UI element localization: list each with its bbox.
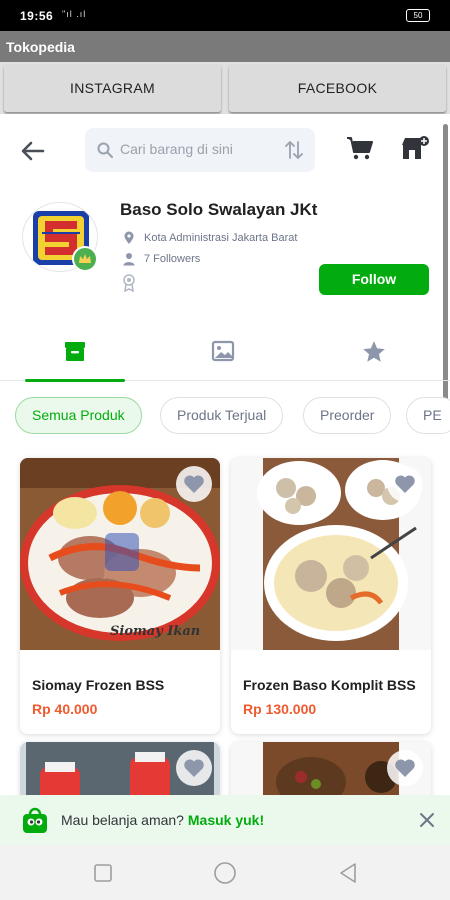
search-icon	[97, 142, 113, 158]
tab-products[interactable]	[0, 329, 150, 382]
image-icon	[211, 340, 235, 362]
product-image-caption: Siomay Ikan	[110, 624, 201, 639]
shop-name: Baso Solo Swalayan JKt	[120, 200, 318, 219]
shop-icon[interactable]	[400, 133, 430, 163]
facebook-button[interactable]: FACEBOOK	[229, 64, 446, 112]
shop-tabs	[0, 329, 450, 382]
heart-icon	[184, 759, 204, 777]
product-price: Rp 40.000	[32, 701, 98, 717]
follow-button[interactable]: Follow	[319, 264, 429, 295]
system-navigation-bar	[0, 845, 450, 900]
status-time: 19:56	[20, 9, 54, 23]
wishlist-button[interactable]	[387, 750, 423, 786]
social-buttons-row: INSTAGRAM FACEBOOK	[0, 62, 450, 114]
box-icon	[65, 342, 85, 361]
webview-content[interactable]: Cari barang di sini Baso Solo Swalayan J…	[0, 114, 450, 844]
heart-icon	[395, 759, 415, 777]
home-circle-icon[interactable]	[213, 861, 237, 885]
signal-icon: "ıl .ıl	[62, 9, 87, 19]
reputation-medal-icon	[122, 274, 138, 293]
recents-square-icon[interactable]	[91, 861, 115, 885]
wishlist-button[interactable]	[387, 466, 423, 502]
chip-all-products[interactable]: Semua Produk	[15, 397, 142, 434]
instagram-button[interactable]: INSTAGRAM	[4, 64, 221, 112]
tokopedia-bag-icon	[20, 805, 50, 835]
product-price: Rp 130.000	[243, 701, 317, 717]
product-name: Siomay Frozen BSS	[32, 677, 165, 693]
heart-icon	[184, 475, 204, 493]
app-title: Tokopedia	[6, 39, 75, 55]
back-arrow-icon[interactable]	[18, 136, 48, 166]
product-name: Frozen Baso Komplit BSS	[243, 677, 416, 693]
login-link[interactable]: Masuk yuk!	[188, 812, 264, 828]
official-store-badge-icon	[72, 246, 98, 272]
wishlist-button[interactable]	[176, 466, 212, 502]
search-placeholder: Cari barang di sini	[120, 141, 233, 157]
shop-location-text: Kota Administrasi Jakarta Barat	[144, 231, 298, 244]
status-bar: 19:56 "ıl .ıl 50	[0, 0, 450, 31]
tab-reviews[interactable]	[298, 329, 448, 381]
login-banner-text: Mau belanja aman? Masuk yuk!	[61, 812, 264, 828]
back-triangle-icon[interactable]	[336, 861, 360, 885]
close-icon[interactable]	[416, 809, 438, 831]
sort-icon[interactable]	[283, 139, 305, 161]
shop-followers: 7 Followers	[122, 252, 200, 266]
search-input[interactable]: Cari barang di sini	[85, 128, 315, 172]
heart-icon	[395, 475, 415, 493]
chip-sold-products[interactable]: Produk Terjual	[160, 397, 284, 434]
product-card[interactable]: Siomay Ikan Siomay Frozen BSS Rp 40.000	[20, 458, 220, 734]
chip-more[interactable]: PE	[406, 397, 450, 434]
chip-preorder[interactable]: Preorder	[303, 397, 392, 434]
screen: 19:56 "ıl .ıl 50 Tokopedia INSTAGRAM FAC…	[0, 0, 450, 900]
tab-showcase[interactable]	[148, 329, 298, 381]
star-icon	[363, 341, 385, 362]
cart-icon[interactable]	[345, 133, 375, 163]
person-icon	[122, 252, 138, 266]
shop-location: Kota Administrasi Jakarta Barat	[122, 231, 297, 245]
app-title-bar: Tokopedia	[0, 31, 450, 62]
product-card[interactable]: Frozen Baso Komplit BSS Rp 130.000	[231, 458, 431, 734]
location-pin-icon	[122, 231, 138, 245]
battery-icon: 50	[406, 9, 430, 22]
shop-reputation	[122, 274, 144, 293]
login-banner[interactable]: Mau belanja aman? Masuk yuk!	[0, 795, 450, 845]
wishlist-button[interactable]	[176, 750, 212, 786]
shop-followers-text: 7 Followers	[144, 252, 201, 265]
login-banner-message: Mau belanja aman?	[61, 812, 188, 828]
